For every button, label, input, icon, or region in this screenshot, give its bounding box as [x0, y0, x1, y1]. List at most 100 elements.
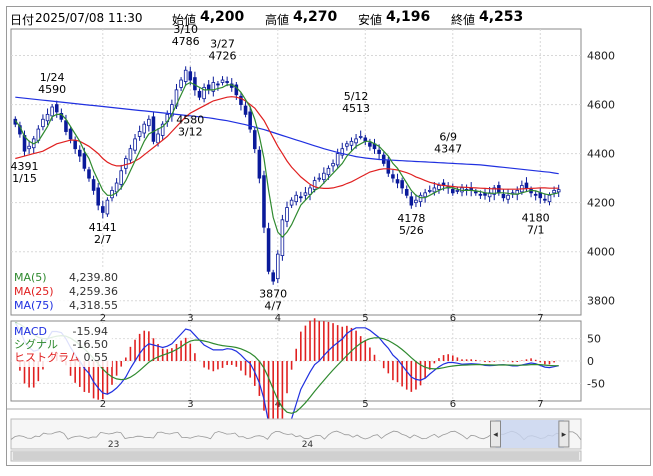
macd-legend-value: -15.94 — [73, 325, 108, 338]
candle — [391, 169, 395, 183]
price-y-tick: 4400 — [587, 148, 615, 161]
candle — [506, 189, 510, 204]
candle — [31, 135, 36, 154]
chart-canvas: 480046004400420040003800223344556677500-… — [7, 23, 650, 462]
candle — [317, 173, 322, 182]
annotation-date: 2/7 — [94, 233, 112, 246]
navigator-window[interactable] — [495, 420, 564, 448]
candle — [289, 197, 294, 209]
candle — [147, 115, 151, 132]
candle — [41, 114, 45, 131]
candle — [418, 192, 423, 207]
legend-series-name: MA(75) — [14, 299, 54, 312]
candle — [474, 188, 478, 196]
candle — [501, 189, 506, 202]
candle — [73, 136, 77, 154]
annotation-value: 4347 — [434, 143, 462, 156]
candle — [243, 101, 248, 118]
navigator-label: 24 — [302, 440, 314, 450]
ma75-line — [15, 96, 559, 175]
candle — [77, 145, 82, 162]
legend-series-value: 4,239.80 — [69, 271, 118, 284]
candle — [105, 197, 110, 217]
candle — [409, 191, 414, 209]
candle — [257, 146, 262, 184]
candle — [45, 108, 50, 126]
candle — [220, 76, 225, 86]
candle — [423, 188, 427, 203]
candle — [404, 185, 409, 199]
candle — [262, 170, 266, 234]
scrollbar-thumb[interactable] — [13, 452, 579, 460]
candle — [101, 200, 105, 219]
price-y-tick: 3800 — [587, 295, 615, 308]
candle — [483, 187, 487, 200]
macd-x-tick: 6 — [450, 399, 456, 410]
macd-x-tick: 3 — [187, 399, 193, 410]
macd-x-tick: 7 — [537, 399, 543, 410]
price-legend: MA(5) 4,239.80 MA(25) 4,259.36 MA(75) 4,318.5… — [12, 269, 120, 313]
price-x-tick: 3 — [187, 313, 193, 324]
candle — [110, 186, 114, 202]
candle — [197, 88, 202, 101]
handle-arrow-icon: ◂ — [493, 430, 498, 440]
candle — [299, 191, 303, 203]
annotation-value: 4786 — [172, 35, 200, 48]
candle — [368, 138, 372, 151]
handle-arrow-icon: ▸ — [562, 430, 567, 440]
candle — [450, 183, 455, 196]
navigator[interactable]: ◂ ▸ 23 24 — [10, 418, 582, 462]
candle — [91, 175, 96, 195]
annotation-date: 5/26 — [399, 224, 424, 237]
annotation-date: 3/12 — [178, 125, 203, 138]
candle — [538, 187, 543, 204]
price-x-tick: 4 — [275, 313, 281, 324]
candle — [151, 111, 156, 145]
macd-x-tick: 2 — [100, 399, 106, 410]
annotation-date: 1/15 — [12, 172, 37, 185]
candle — [340, 142, 345, 159]
candle — [358, 130, 363, 140]
candle — [211, 76, 216, 97]
candle — [294, 191, 298, 206]
candle — [331, 159, 335, 172]
macd-legend: MACD -15.94 シグナル -16.50ヒストグラム 0.55 — [12, 323, 112, 367]
macd-y-tick: 0 — [587, 355, 594, 368]
candle — [372, 138, 377, 154]
candle — [239, 92, 243, 111]
candle — [87, 166, 91, 182]
annotation-value: 4726 — [209, 50, 237, 63]
candle — [133, 133, 137, 154]
navigator-label: 23 — [108, 440, 119, 450]
candle — [266, 222, 271, 275]
annotation-date: 4/7 — [264, 300, 282, 313]
macd-y-tick: -50 — [587, 377, 605, 390]
candle — [308, 184, 312, 201]
annotation-value: 4513 — [342, 102, 370, 115]
candle — [276, 250, 280, 284]
candle — [363, 134, 368, 146]
candle — [533, 190, 538, 201]
legend-series-value: 4,318.55 — [69, 299, 118, 312]
annotation-value: 4590 — [38, 83, 66, 96]
candle — [179, 77, 183, 92]
price-y-tick: 4000 — [587, 246, 615, 259]
annotation-date: 7/1 — [527, 224, 545, 237]
macd-legend-name: ヒストグラム — [14, 350, 80, 364]
candle — [142, 121, 147, 139]
ma25-line — [15, 96, 559, 190]
candle — [427, 185, 432, 194]
candle — [469, 182, 473, 197]
stock-chart-window: 日付 2025/07/08 11:30 始値 4,200 高値 4,270 安値… — [6, 6, 651, 466]
candle — [183, 66, 188, 86]
candle — [206, 80, 211, 95]
candle — [128, 144, 133, 163]
legend-series-name: MA(5) — [14, 271, 47, 284]
price-x-tick: 7 — [537, 313, 543, 324]
candle — [345, 140, 349, 151]
price-x-tick: 5 — [362, 313, 368, 324]
legend-series-value: 4,259.36 — [69, 285, 118, 298]
candle — [170, 99, 174, 122]
candle — [285, 201, 289, 228]
candle — [160, 121, 165, 140]
